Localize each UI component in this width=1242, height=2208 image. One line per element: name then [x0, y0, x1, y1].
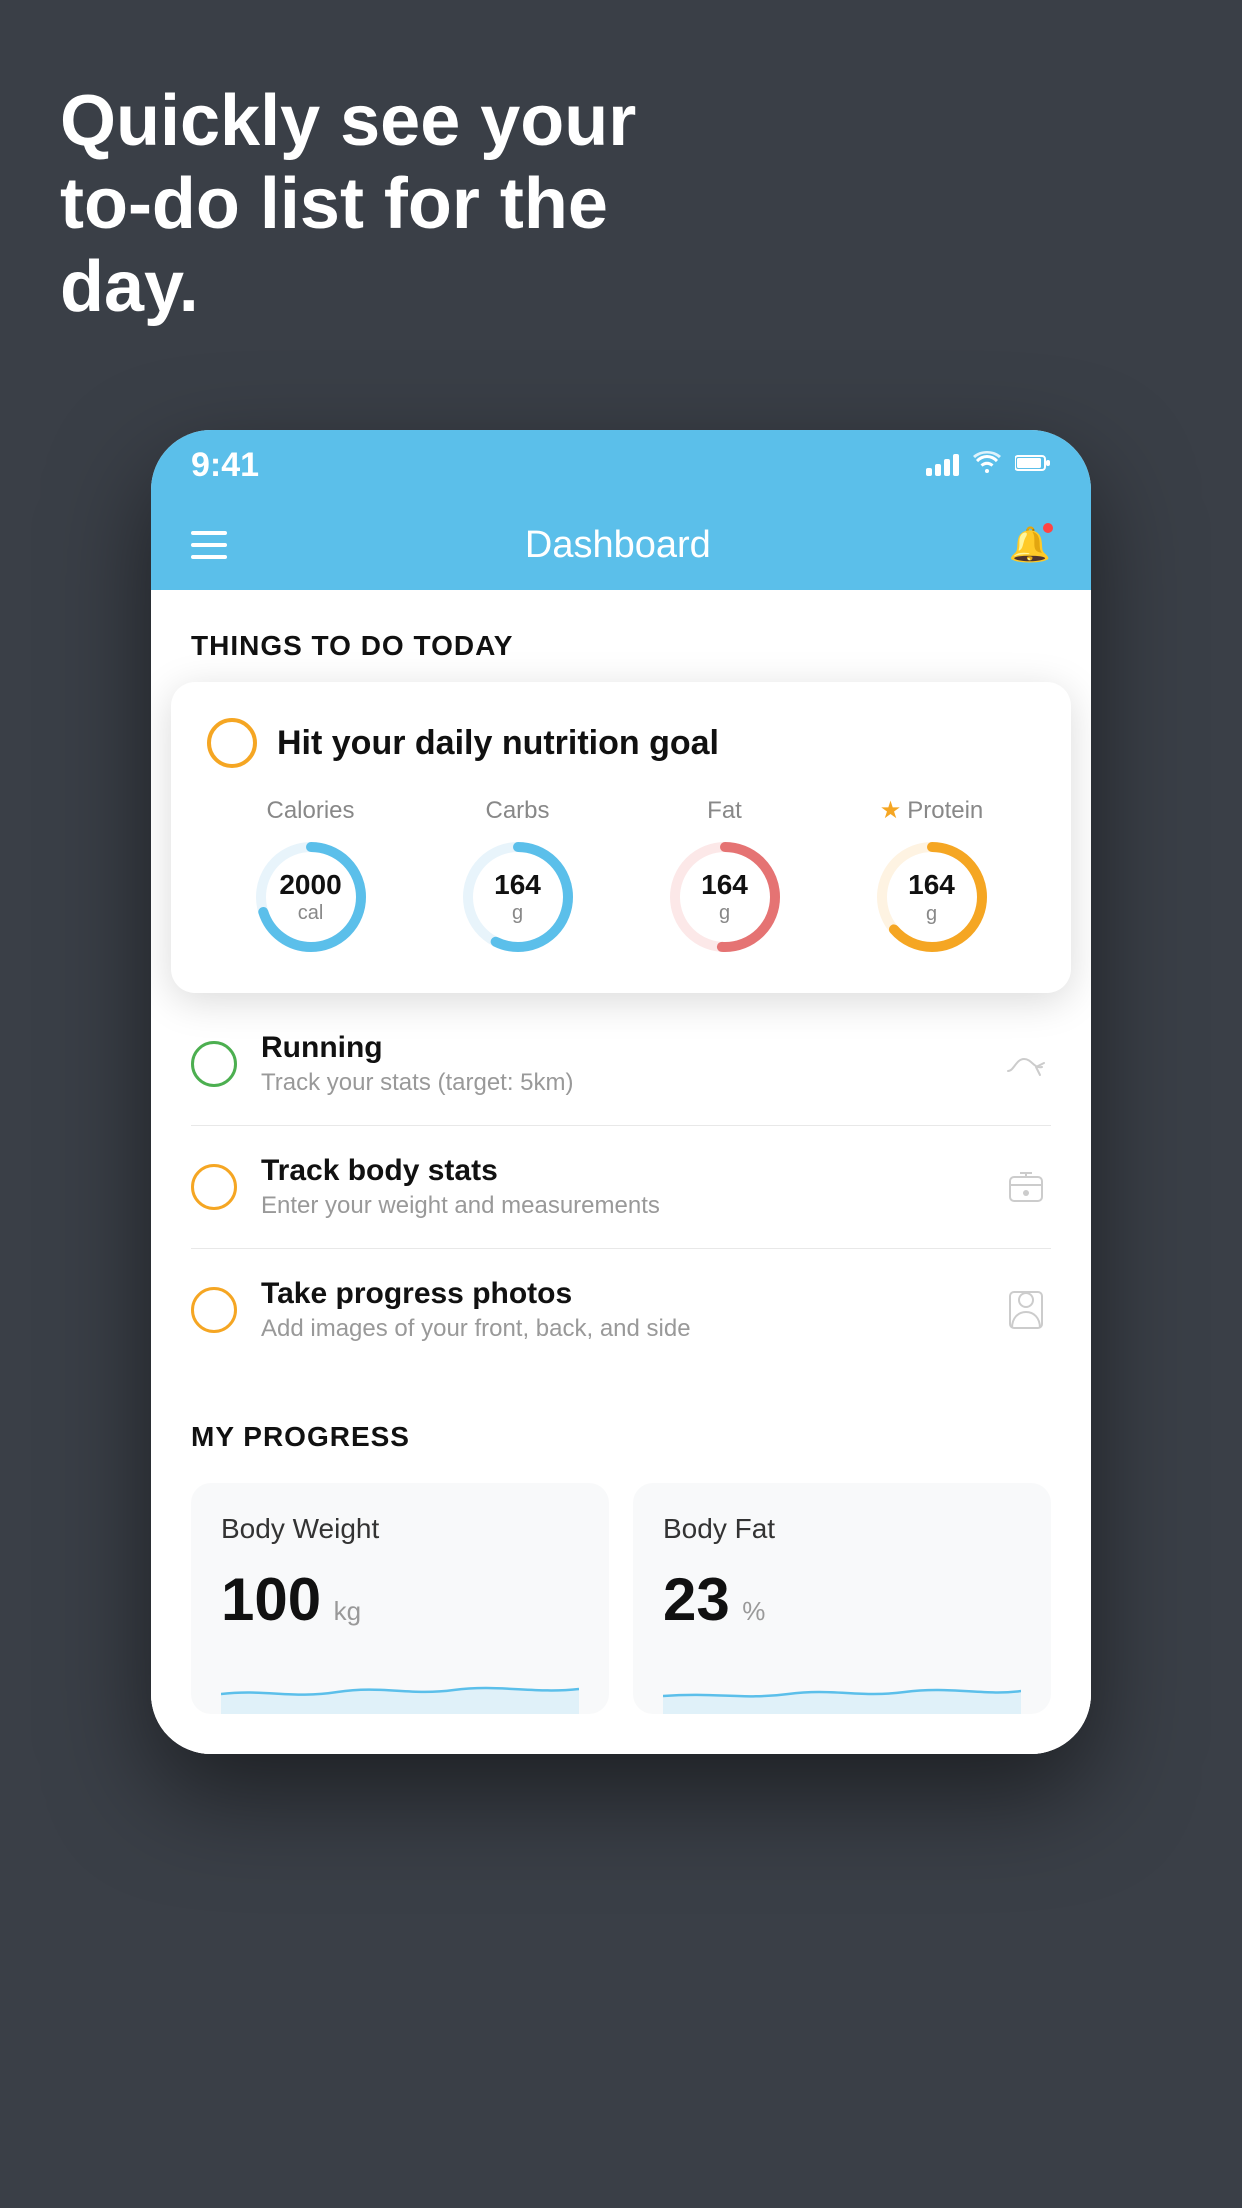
- signal-icon: [926, 454, 959, 476]
- progress-section: MY PROGRESS Body Weight 100 kg: [151, 1371, 1091, 1714]
- body-fat-unit: %: [742, 1596, 765, 1626]
- body-weight-wave: [221, 1654, 579, 1714]
- carbs-ring: 164 g: [458, 837, 578, 957]
- body-stats-title: Track body stats: [261, 1154, 977, 1188]
- body-weight-unit: kg: [334, 1596, 361, 1626]
- phone-mockup: 9:41: [151, 430, 1091, 1754]
- running-text: Running Track your stats (target: 5km): [261, 1031, 977, 1097]
- body-fat-title: Body Fat: [663, 1513, 1021, 1545]
- protein-label: ★ Protein: [880, 796, 984, 825]
- running-circle: [191, 1041, 237, 1087]
- app-header: Dashboard 🔔: [151, 500, 1091, 590]
- header-title: Dashboard: [525, 524, 711, 567]
- progress-title: MY PROGRESS: [191, 1421, 1051, 1453]
- star-icon: ★: [880, 796, 902, 825]
- calories-value: 2000: [279, 868, 341, 902]
- nutrition-calories: Calories 2000 cal: [251, 797, 371, 957]
- card-header: Hit your daily nutrition goal: [207, 718, 1035, 768]
- body-fat-number: 23: [663, 1566, 730, 1633]
- body-fat-value-container: 23 %: [663, 1565, 1021, 1634]
- battery-icon: [1015, 451, 1051, 479]
- carbs-value: 164: [494, 868, 541, 902]
- todo-list: Running Track your stats (target: 5km): [151, 1003, 1091, 1371]
- fat-unit: g: [701, 901, 748, 925]
- nutrition-card-title: Hit your daily nutrition goal: [277, 724, 719, 763]
- wifi-icon: [973, 451, 1001, 480]
- bottom-spacer: [151, 1714, 1091, 1754]
- photos-circle: [191, 1287, 237, 1333]
- body-weight-value-container: 100 kg: [221, 1565, 579, 1634]
- status-icons: [926, 451, 1051, 480]
- photos-text: Take progress photos Add images of your …: [261, 1277, 977, 1343]
- progress-cards: Body Weight 100 kg Body Fat: [191, 1483, 1051, 1714]
- fat-label: Fat: [707, 797, 742, 825]
- body-fat-wave: [663, 1654, 1021, 1714]
- nutrition-carbs: Carbs 164 g: [458, 797, 578, 957]
- calories-label: Calories: [266, 797, 354, 825]
- carbs-label: Carbs: [485, 797, 549, 825]
- nutrition-protein: ★ Protein 164 g: [872, 796, 992, 957]
- nutrition-check-circle: [207, 718, 257, 768]
- body-stats-circle: [191, 1164, 237, 1210]
- person-icon: [1001, 1285, 1051, 1335]
- hero-text: Quickly see your to-do list for the day.: [60, 80, 660, 328]
- body-weight-title: Body Weight: [221, 1513, 579, 1545]
- bell-icon[interactable]: 🔔: [1009, 525, 1051, 565]
- fat-value: 164: [701, 868, 748, 902]
- running-title: Running: [261, 1031, 977, 1065]
- status-bar: 9:41: [151, 430, 1091, 500]
- things-to-do-title: THINGS TO DO TODAY: [151, 630, 1091, 682]
- status-time: 9:41: [191, 446, 259, 485]
- body-weight-number: 100: [221, 1566, 321, 1633]
- todo-photos[interactable]: Take progress photos Add images of your …: [191, 1249, 1051, 1371]
- carbs-unit: g: [494, 901, 541, 925]
- photos-title: Take progress photos: [261, 1277, 977, 1311]
- nutrition-card[interactable]: Hit your daily nutrition goal Calories 2…: [171, 682, 1071, 993]
- hamburger-menu[interactable]: [191, 531, 227, 559]
- body-fat-card[interactable]: Body Fat 23 %: [633, 1483, 1051, 1714]
- scale-icon: [1001, 1162, 1051, 1212]
- todo-background: Running Track your stats (target: 5km): [151, 993, 1091, 1371]
- notification-dot: [1041, 521, 1055, 535]
- todo-body-stats[interactable]: Track body stats Enter your weight and m…: [191, 1126, 1051, 1249]
- nutrition-circles: Calories 2000 cal Carbs: [207, 796, 1035, 957]
- running-subtitle: Track your stats (target: 5km): [261, 1069, 977, 1097]
- todo-running[interactable]: Running Track your stats (target: 5km): [191, 1003, 1051, 1126]
- nutrition-fat: Fat 164 g: [665, 797, 785, 957]
- fat-ring: 164 g: [665, 837, 785, 957]
- body-weight-card[interactable]: Body Weight 100 kg: [191, 1483, 609, 1714]
- protein-value: 164: [908, 868, 955, 902]
- content-area: THINGS TO DO TODAY Hit your daily nutrit…: [151, 590, 1091, 1754]
- body-stats-subtitle: Enter your weight and measurements: [261, 1192, 977, 1220]
- running-icon: [1001, 1039, 1051, 1089]
- photos-subtitle: Add images of your front, back, and side: [261, 1315, 977, 1343]
- calories-ring: 2000 cal: [251, 837, 371, 957]
- protein-unit: g: [908, 902, 955, 926]
- body-stats-text: Track body stats Enter your weight and m…: [261, 1154, 977, 1220]
- calories-unit: cal: [279, 901, 341, 925]
- protein-ring: 164 g: [872, 837, 992, 957]
